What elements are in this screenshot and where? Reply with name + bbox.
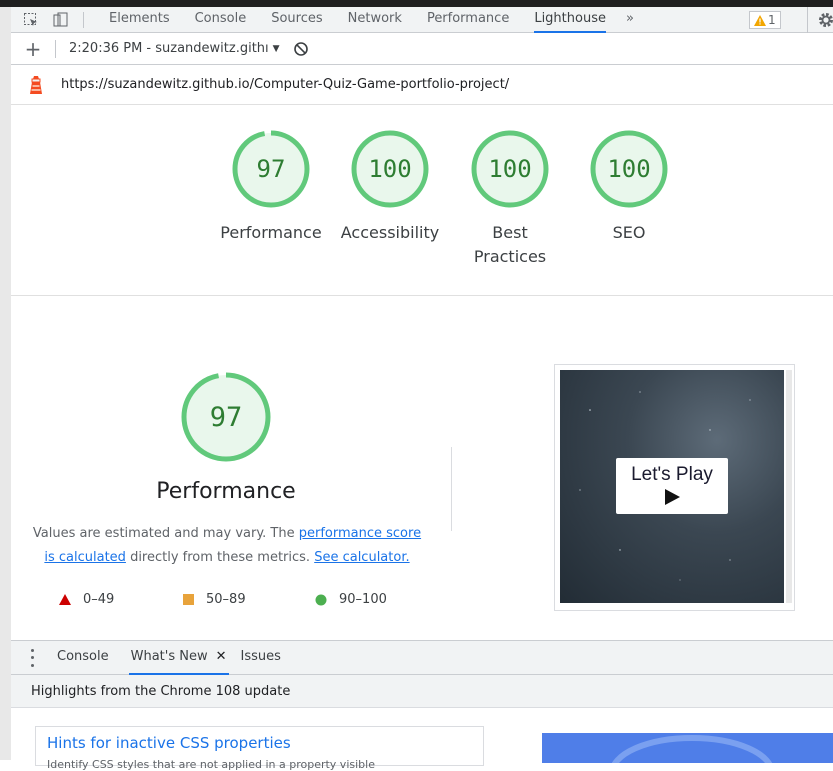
- desc-middle: directly from these metrics.: [125, 550, 315, 565]
- big-score-value: 97: [210, 402, 243, 433]
- gauge-label: Performance: [216, 221, 326, 245]
- drawer-tab-label: What's New: [130, 648, 208, 664]
- tab-performance[interactable]: Performance: [427, 7, 509, 33]
- feature-card-image: [542, 733, 833, 763]
- score-value: 97: [257, 155, 286, 183]
- clear-reports-icon[interactable]: [293, 41, 309, 57]
- desc-prefix: Values are estimated and may vary. The: [32, 526, 299, 541]
- more-tabs-icon[interactable]: »: [626, 7, 634, 33]
- devtools-tabbar: Elements Console Sources Network Perform…: [11, 7, 833, 33]
- settings-gear-icon[interactable]: [807, 7, 833, 33]
- play-icon: [664, 489, 680, 505]
- gauge-seo[interactable]: 100 SEO: [574, 129, 684, 245]
- tab-elements[interactable]: Elements: [109, 7, 170, 33]
- drawer-tab-console[interactable]: Console: [57, 640, 109, 675]
- score-legend: 0–49 50–89 90–100: [59, 592, 419, 612]
- lighthouse-report-bar: + 2:20:36 PM - suzandewitz.githı ▼: [11, 33, 833, 65]
- report-selector-label: 2:20:36 PM - suzandewitz.githı: [69, 41, 269, 56]
- close-icon[interactable]: ✕: [216, 640, 227, 674]
- gauge-label-line: Best: [492, 223, 528, 242]
- gauge-label-line: SEO: [612, 223, 646, 242]
- gauge-performance[interactable]: 97 Performance: [216, 129, 326, 245]
- device-toolbar-icon[interactable]: [53, 12, 69, 28]
- warning-icon: [754, 14, 766, 26]
- new-report-button[interactable]: +: [23, 39, 43, 59]
- feature-card[interactable]: Hints for inactive CSS properties Identi…: [35, 726, 484, 771]
- legend-range: 0–49: [83, 592, 115, 607]
- lighthouse-logo-icon: [30, 75, 42, 94]
- gauge-label: Best Practices: [455, 221, 565, 269]
- warning-count: 1: [768, 13, 776, 27]
- score-ring: 100: [351, 130, 429, 208]
- score-ring: 97: [232, 130, 310, 208]
- warnings-badge[interactable]: 1: [749, 11, 781, 29]
- left-gutter: [0, 7, 11, 760]
- performance-section: 97 Performance Values are estimated and …: [11, 297, 833, 640]
- see-calculator-link[interactable]: See calculator.: [314, 550, 409, 565]
- screenshot-image: Let's Play: [560, 370, 784, 603]
- score-gauges: 97 Performance 100 Accessibility 100 Bes…: [11, 105, 833, 296]
- legend-fail: 0–49: [59, 592, 114, 607]
- reportbar-separator: [55, 39, 56, 58]
- score-value: 100: [368, 155, 411, 183]
- drawer-tab-whats-new[interactable]: What's New ✕: [128, 640, 229, 675]
- report-url-bar: https://suzandewitz.github.io/Computer-Q…: [11, 65, 833, 105]
- tab-lighthouse[interactable]: Lighthouse: [534, 7, 606, 33]
- circle-icon: [315, 594, 327, 605]
- drawer-menu-icon[interactable]: [29, 648, 35, 667]
- drawer-tabbar: Console What's New ✕ Issues: [11, 640, 833, 675]
- legend-range: 90–100: [339, 592, 387, 607]
- legend-range: 50–89: [206, 592, 246, 607]
- tab-network[interactable]: Network: [348, 7, 402, 33]
- tab-console[interactable]: Console: [195, 7, 247, 33]
- gauge-label-line: Practices: [473, 247, 547, 266]
- feature-card-title[interactable]: Hints for inactive CSS properties: [47, 734, 291, 752]
- section-divider: [451, 447, 452, 531]
- gauge-label-line: Accessibility: [340, 223, 440, 242]
- performance-description: Values are estimated and may vary. The p…: [29, 522, 425, 570]
- screenshot-scrollbar: [786, 370, 792, 603]
- square-icon: [183, 594, 194, 605]
- performance-title: Performance: [156, 479, 296, 504]
- tab-sources[interactable]: Sources: [271, 7, 322, 33]
- performance-big-gauge: 97: [181, 372, 271, 462]
- lets-play-button: Let's Play: [616, 458, 728, 514]
- chevron-down-icon: ▼: [272, 43, 280, 54]
- report-selector[interactable]: 2:20:36 PM - suzandewitz.githı ▼: [69, 41, 280, 56]
- gauge-label: Accessibility: [335, 221, 445, 245]
- legend-average: 50–89: [183, 592, 246, 607]
- legend-pass: 90–100: [315, 592, 387, 607]
- triangle-icon: [59, 594, 71, 605]
- lets-play-label: Let's Play: [631, 464, 713, 485]
- audited-url: https://suzandewitz.github.io/Computer-Q…: [61, 77, 510, 92]
- score-value: 100: [607, 155, 650, 183]
- gauge-accessibility[interactable]: 100 Accessibility: [335, 129, 445, 245]
- score-ring: 100: [471, 130, 549, 208]
- gauge-best-practices[interactable]: 100 Best Practices: [455, 129, 565, 269]
- gauge-label: SEO: [574, 221, 684, 245]
- score-ring: 100: [590, 130, 668, 208]
- inspect-element-icon[interactable]: [23, 12, 39, 28]
- gauge-label-line: Performance: [220, 223, 322, 242]
- whats-new-body: Hints for inactive CSS properties Identi…: [11, 708, 833, 771]
- whats-new-header: Highlights from the Chrome 108 update: [11, 675, 833, 708]
- final-screenshot[interactable]: Let's Play: [554, 364, 795, 611]
- drawer-tab-issues[interactable]: Issues: [241, 640, 281, 675]
- feature-illustration: [611, 735, 773, 763]
- tabbar-separator: [83, 11, 84, 28]
- score-value: 100: [488, 155, 531, 183]
